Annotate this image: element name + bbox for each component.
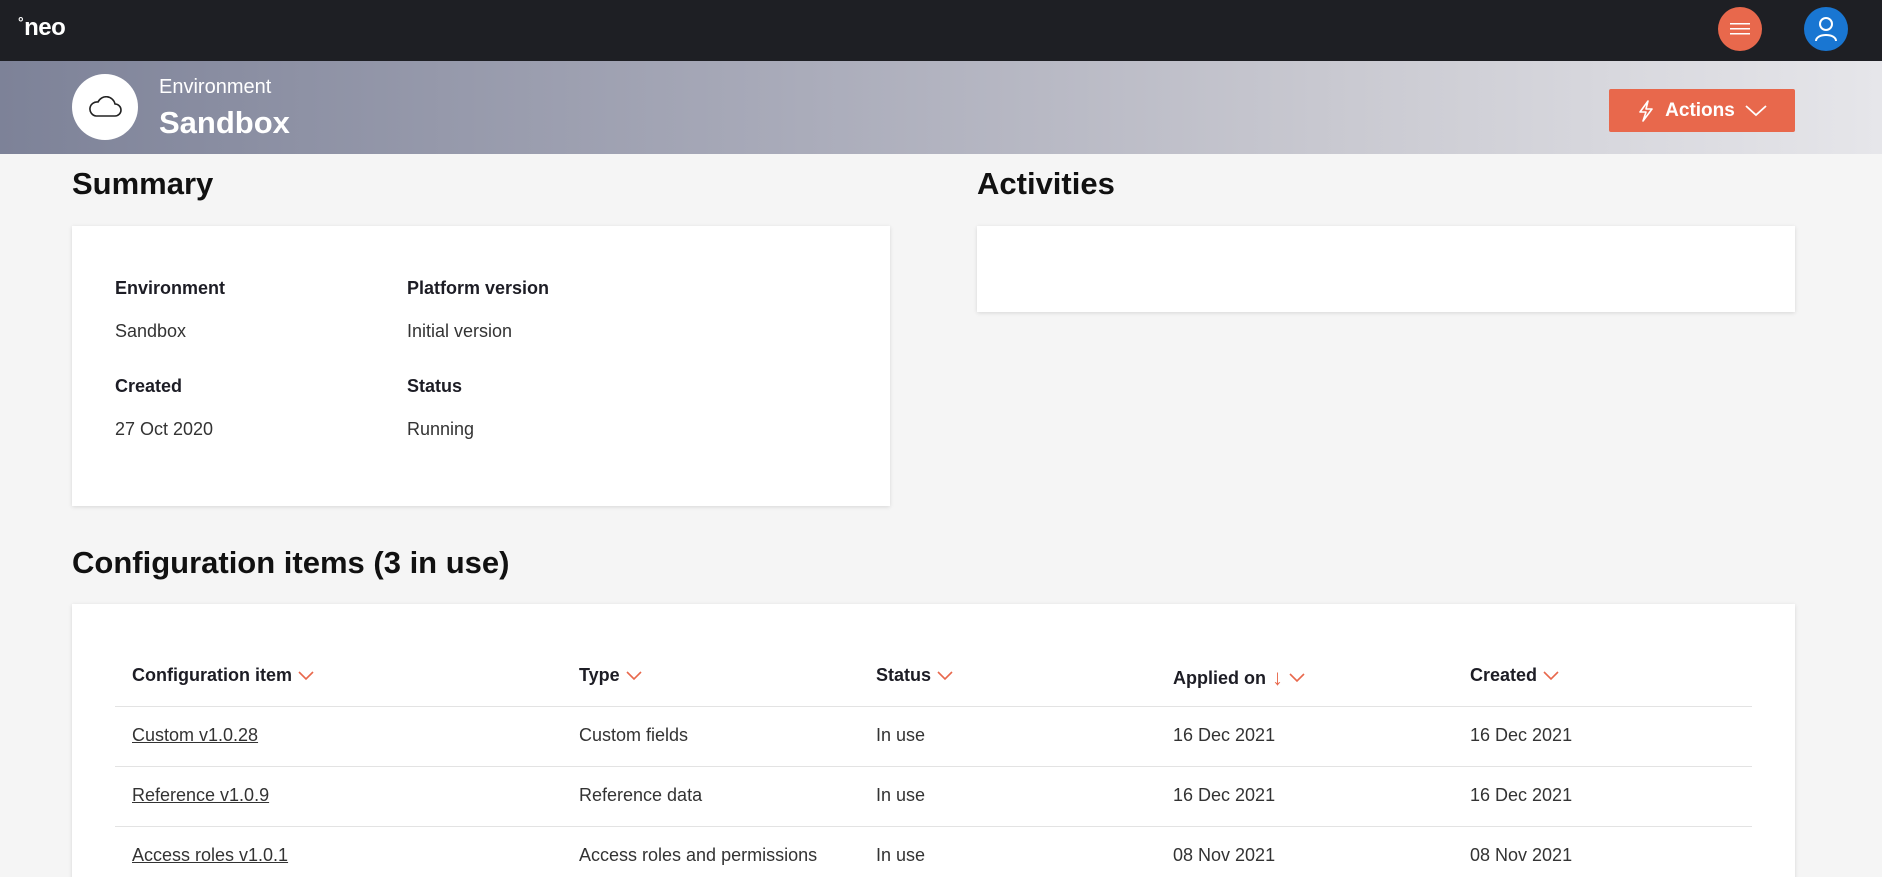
config-item-type: Reference data [579, 785, 703, 805]
field-label-status: Status [407, 376, 463, 396]
field-value-platform-version: Initial version [407, 321, 513, 341]
field-value-status: Running [407, 419, 475, 439]
column-header-label: Created [1470, 665, 1538, 685]
column-header-status[interactable]: Status [876, 665, 953, 686]
neo-logo[interactable]: °neo [18, 14, 66, 42]
hamburger-icon [1730, 23, 1750, 35]
config-item-applied-on: 16 Dec 2021 [1173, 725, 1276, 745]
chevron-down-icon [937, 670, 953, 680]
config-item-link[interactable]: Reference v1.0.9 [132, 785, 269, 806]
top-bar: °neo [0, 0, 1882, 61]
config-item-type: Custom fields [579, 725, 689, 745]
row-divider [115, 766, 1752, 767]
chevron-down-icon [298, 670, 314, 680]
actions-label: Actions [1665, 99, 1735, 121]
row-divider [115, 706, 1752, 707]
environment-label: Environment [159, 76, 272, 98]
row-divider [115, 826, 1752, 827]
column-header-applied-on[interactable]: Applied on ↓ [1173, 665, 1305, 691]
activities-card [977, 226, 1795, 312]
config-item-type: Access roles and permissions [579, 845, 818, 865]
field-label-environment: Environment [115, 278, 226, 298]
logo-text: neo [24, 14, 66, 41]
config-item-created: 16 Dec 2021 [1470, 785, 1573, 805]
column-header-created[interactable]: Created [1470, 665, 1559, 686]
field-label-platform-version: Platform version [407, 278, 550, 298]
sort-arrow-down-icon: ↓ [1272, 665, 1283, 690]
column-header-label: Configuration item [132, 665, 292, 685]
config-item-created: 16 Dec 2021 [1470, 725, 1573, 745]
config-item-status: In use [876, 725, 926, 745]
activities-title: Activities [977, 166, 1115, 201]
chevron-down-icon [626, 670, 642, 680]
config-title: Configuration items (3 in use) [72, 545, 510, 580]
chevron-down-icon [1745, 104, 1767, 116]
column-header-label: Status [876, 665, 932, 685]
field-label-created: Created [115, 376, 183, 396]
config-item-status: In use [876, 785, 926, 805]
environment-name: Sandbox [159, 105, 290, 140]
actions-button[interactable]: Actions [1609, 89, 1795, 132]
field-value-created: 27 Oct 2020 [115, 419, 214, 439]
column-header-type[interactable]: Type [579, 665, 642, 686]
summary-card: Environment Sandbox Platform version Ini… [72, 226, 890, 506]
config-item-link[interactable]: Custom v1.0.28 [132, 725, 258, 746]
column-header-label: Type [579, 665, 620, 685]
logo-mark: ° [18, 14, 24, 30]
user-icon [1815, 17, 1837, 42]
config-item-applied-on: 08 Nov 2021 [1173, 845, 1276, 865]
config-item-created: 08 Nov 2021 [1470, 845, 1573, 865]
lightning-icon [1639, 99, 1653, 122]
field-value-environment: Sandbox [115, 321, 187, 341]
summary-title: Summary [72, 166, 214, 201]
cloud-icon [89, 96, 122, 117]
user-button[interactable] [1804, 7, 1848, 51]
chevron-down-icon [1289, 673, 1305, 683]
config-item-status: In use [876, 845, 926, 865]
config-item-link[interactable]: Access roles v1.0.1 [132, 845, 288, 866]
menu-button[interactable] [1718, 7, 1762, 51]
column-header-configuration-item[interactable]: Configuration item [132, 665, 314, 686]
column-header-label: Applied on [1173, 667, 1266, 688]
chevron-down-icon [1543, 670, 1559, 680]
config-item-applied-on: 16 Dec 2021 [1173, 785, 1276, 805]
environment-header: Environment Sandbox Actions [0, 61, 1882, 154]
environment-avatar [72, 74, 138, 140]
